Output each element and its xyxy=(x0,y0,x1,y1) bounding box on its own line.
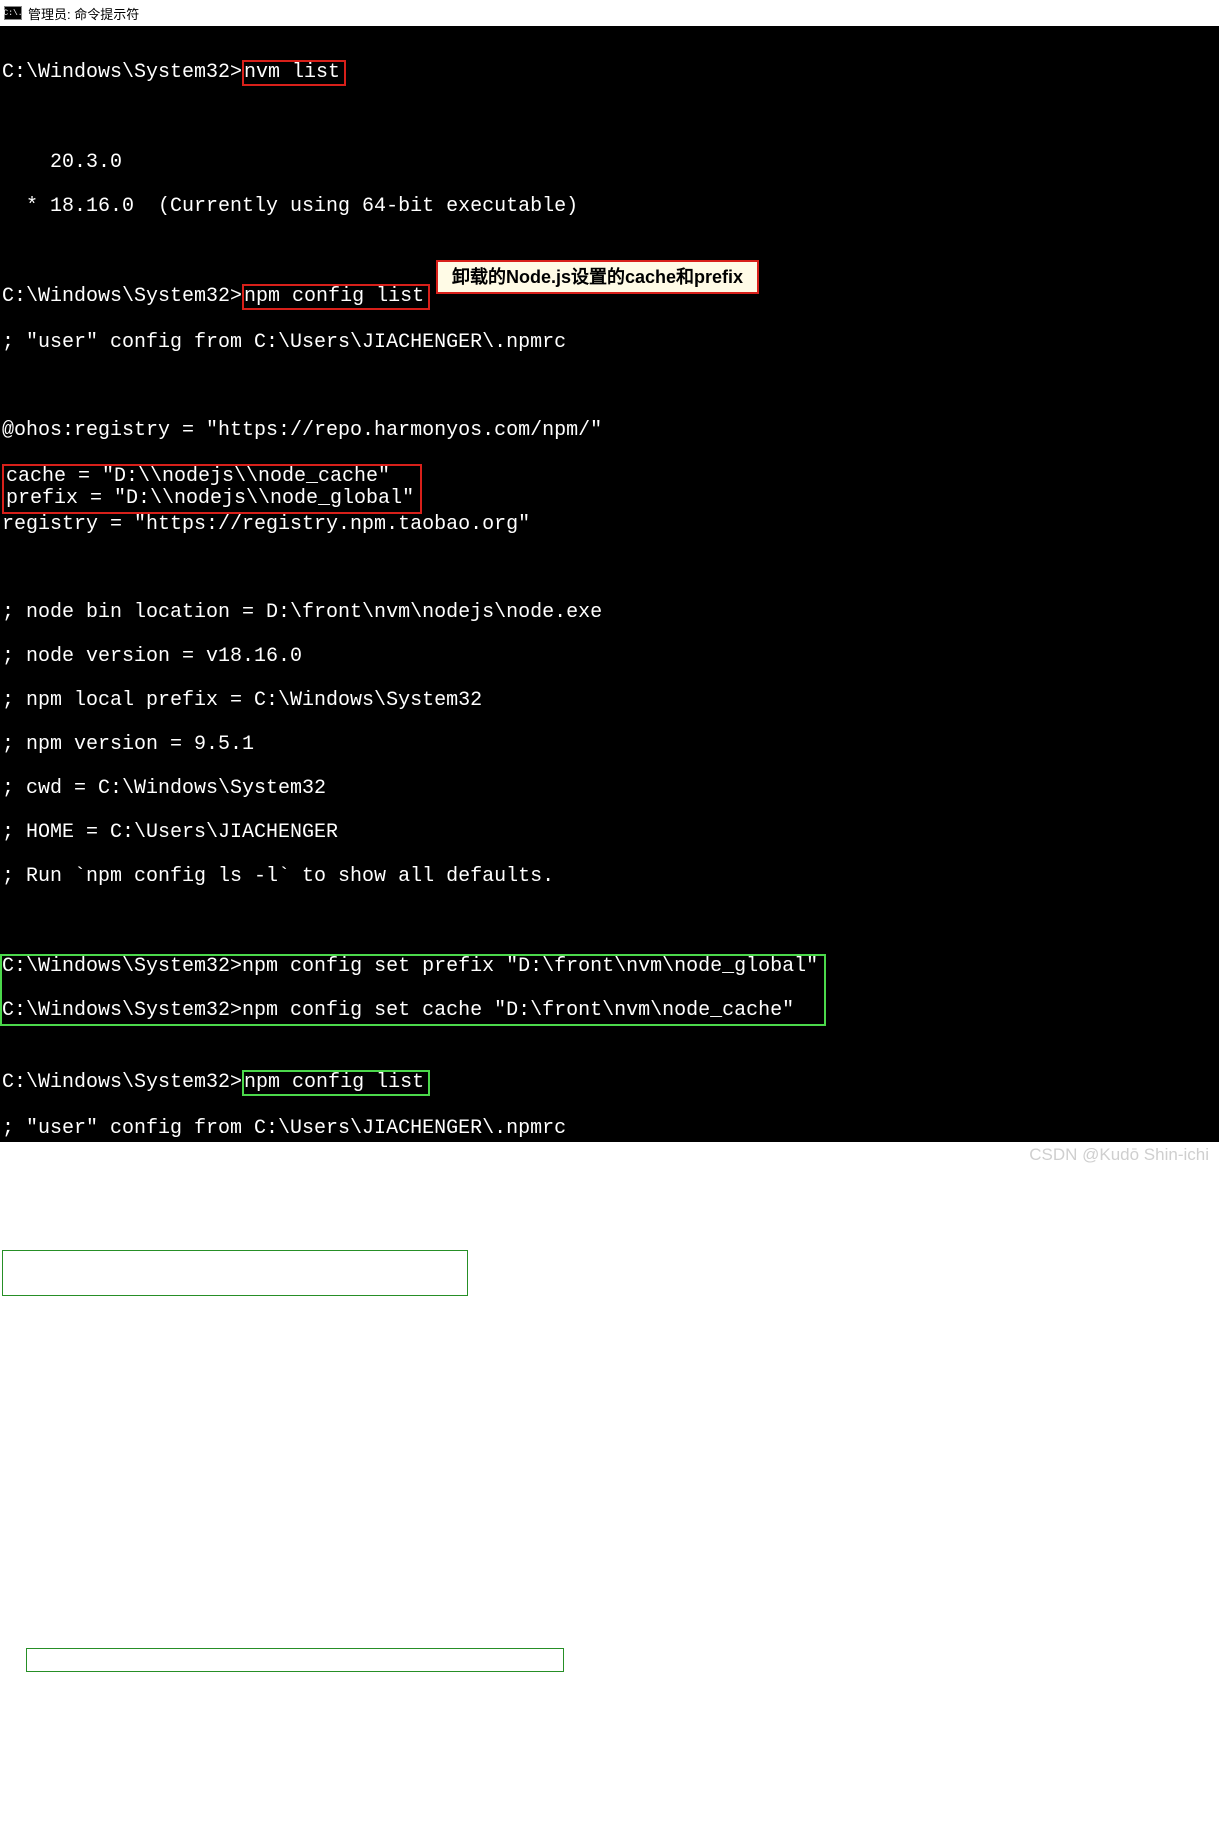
cmd-set-cache: npm config set cache "D:\front\nvm\node_… xyxy=(242,999,794,1022)
cfg1-ohos: @ohos:registry = "https://repo.harmonyos… xyxy=(2,420,1217,442)
prompt: C:\Windows\System32> xyxy=(2,999,242,1022)
cfg2-runhint-box: Run `npm config ls -l` to show all defau… xyxy=(26,1648,564,1672)
console-area[interactable]: C:\Windows\System32>nvm list 20.3.0 * 18… xyxy=(0,26,1219,1142)
prompt: C:\Windows\System32> xyxy=(2,955,242,978)
cfg1-cache-prefix-box: cache = "D:\\nodejs\\node_cache"prefix =… xyxy=(2,464,422,514)
line-npm-cfg-list-2: C:\Windows\System32>npm config list xyxy=(2,1070,1217,1096)
line-set-cache: C:\Windows\System32>npm config set cache… xyxy=(2,1000,818,1022)
cfg1-user: ; "user" config from C:\Users\JIACHENGER… xyxy=(2,332,1217,354)
cfg1-npmprefix: ; npm local prefix = C:\Windows\System32 xyxy=(2,690,1217,712)
cfg1-runhint: ; Run `npm config ls -l` to show all def… xyxy=(2,866,1217,888)
cfg1-cache: cache = "D:\\nodejs\\node_cache" xyxy=(6,466,414,488)
line-nvm-list: C:\Windows\System32>nvm list xyxy=(2,60,1217,86)
cmd-icon: C:\. xyxy=(4,6,22,20)
cfg2-cache-prefix-box: cache = "D:\\front\\nvm\\node_cache"pref… xyxy=(2,1250,468,1296)
blank-line xyxy=(2,1162,1217,1184)
blank-line xyxy=(2,108,1217,130)
cfg1-cwd: ; cwd = C:\Windows\System32 xyxy=(2,778,1217,800)
cfg2-ohos: @ohos:registry = "https://repo.harmonyos… xyxy=(2,1206,1217,1228)
cfg2-nodever: ; node version = v18.16.0 xyxy=(2,1428,1217,1450)
blank-line xyxy=(2,910,1217,932)
cmd-nvm-list: nvm list xyxy=(242,60,346,86)
cfg2-registry: registry = "https://registry.npm.taobao.… xyxy=(2,1296,1217,1318)
blank-line xyxy=(2,1026,1217,1048)
cfg2-cwd: ; cwd = C:\Windows\System32 xyxy=(2,1560,1217,1582)
window-titlebar: C:\. 管理员: 命令提示符 xyxy=(0,0,1219,26)
prompt: C:\Windows\System32> xyxy=(2,285,242,308)
annotation-callout: 卸载的Node.js设置的cache和prefix xyxy=(436,260,759,294)
cfg2-user: ; "user" config from C:\Users\JIACHENGER… xyxy=(2,1118,1217,1140)
line-set-prefix: C:\Windows\System32>npm config set prefi… xyxy=(2,956,818,978)
cfg2-prefix: prefix = "D:\\front\\nvm\\node_global" xyxy=(7,1273,463,1295)
cfg2-npmver: ; npm version = 9.5.1 xyxy=(2,1516,1217,1538)
nvm-out-1: 20.3.0 xyxy=(2,152,1217,174)
cfg2-runhint-line: ; Run `npm config ls -l` to show all def… xyxy=(2,1648,1217,1672)
cmd-set-prefix: npm config set prefix "D:\front\nvm\node… xyxy=(242,955,818,978)
cmd-npm-config-list: npm config list xyxy=(242,284,430,310)
cfg1-nodebin: ; node bin location = D:\front\nvm\nodej… xyxy=(2,602,1217,624)
blank-line xyxy=(2,376,1217,398)
watermark: CSDN @Kudō Shin-ichi xyxy=(1029,1145,1209,1165)
blank-line xyxy=(2,240,1217,262)
blank-line xyxy=(2,1340,1217,1362)
blank-line xyxy=(2,558,1217,580)
cfg1-nodever: ; node version = v18.16.0 xyxy=(2,646,1217,668)
cfg1-registry: registry = "https://registry.npm.taobao.… xyxy=(2,514,1217,536)
cfg1-npmver: ; npm version = 9.5.1 xyxy=(2,734,1217,756)
blank-line xyxy=(2,978,818,1000)
prompt: C:\Windows\System32> xyxy=(2,1071,242,1094)
cfg2-home: ; HOME = C:\Users\JIACHENGER xyxy=(2,1604,1217,1626)
blank-line xyxy=(2,1694,1217,1716)
window-title: 管理员: 命令提示符 xyxy=(28,4,139,23)
final-prompt: C:\Windows\System32> xyxy=(2,1738,1217,1760)
cfg2-cache: cache = "D:\\front\\nvm\\node_cache" xyxy=(7,1251,463,1273)
cmd-npm-config-list-2: npm config list xyxy=(242,1070,430,1096)
cfg1-prefix: prefix = "D:\\nodejs\\node_global" xyxy=(6,488,414,510)
prompt: C:\Windows\System32> xyxy=(2,61,242,84)
cfg2-npmprefix: ; npm local prefix = C:\Windows\System32 xyxy=(2,1472,1217,1494)
cfg2-runhint-prefix: ; xyxy=(2,1648,26,1671)
cfg2-nodebin: ; node bin location = D:\front\nvm\nodej… xyxy=(2,1384,1217,1406)
set-commands-box: C:\Windows\System32>npm config set prefi… xyxy=(0,954,826,1026)
cfg1-home: ; HOME = C:\Users\JIACHENGER xyxy=(2,822,1217,844)
nvm-out-2: * 18.16.0 (Currently using 64-bit execut… xyxy=(2,196,1217,218)
